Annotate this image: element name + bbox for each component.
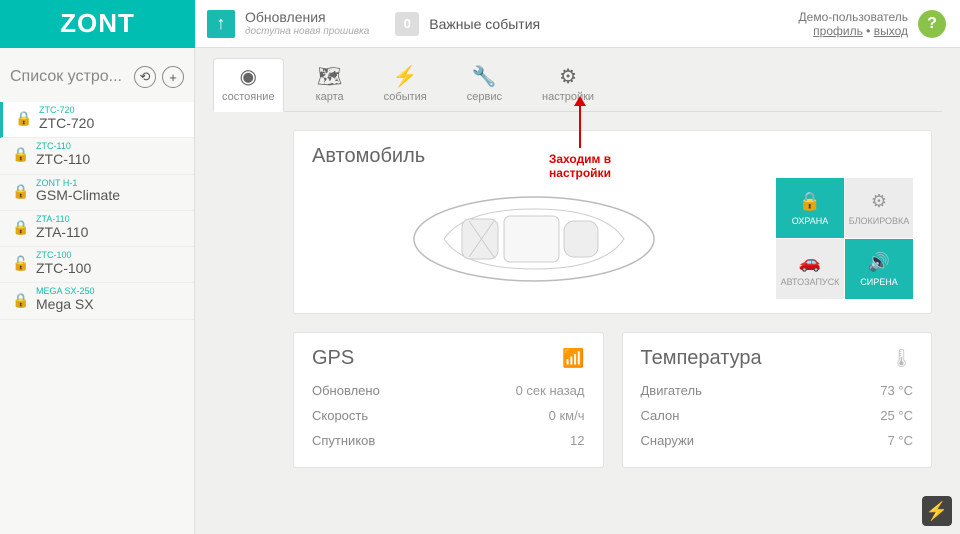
updates-box[interactable]: ↑ Обновления доступна новая прошивка (195, 10, 381, 38)
annotation-text: Заходим в настройки (520, 152, 640, 180)
updates-subtitle: доступна новая прошивка (245, 26, 369, 37)
lock-closed-icon: 🔒 (12, 183, 26, 200)
kv-value: 7 °C (888, 433, 913, 448)
events-icon: ⚡ (392, 63, 418, 89)
lightning-button[interactable]: ⚡ (922, 496, 952, 526)
lock-closed-icon: 🔒 (12, 146, 26, 163)
kv-row: Двигатель 73 °C (641, 378, 914, 403)
device-item[interactable]: 🔒ZONT H-1GSM-Climate (0, 175, 194, 211)
lock-closed-icon: 🔒 (12, 292, 26, 309)
kv-key: Двигатель (641, 383, 702, 398)
sidebar-title: Список устро... (10, 68, 128, 86)
thermometer-icon: 🌡 (890, 348, 913, 369)
tab-service-label: сервис (467, 91, 502, 103)
wifi-icon: 📶 (562, 348, 584, 369)
user-box: Демо-пользователь профиль • выход (789, 10, 918, 38)
device-name: Mega SX (36, 297, 95, 312)
temp-panel: Температура 🌡 Двигатель 73 °C Салон 25 °C Сн… (622, 332, 933, 468)
control-guard[interactable]: 🔒 ОХРАНА (776, 178, 844, 238)
control-siren[interactable]: 🔊 СИРЕНА (845, 239, 913, 299)
device-name: ZTC-100 (36, 261, 91, 276)
map-icon: 🗺 (317, 63, 343, 89)
kv-key: Салон (641, 408, 680, 423)
device-name: GSM-Climate (36, 188, 120, 203)
profile-link[interactable]: профиль (813, 24, 863, 38)
add-device-button[interactable]: + (162, 66, 184, 88)
temp-title: Температура (641, 347, 762, 370)
kv-value: 73 °C (880, 383, 913, 398)
tab-map[interactable]: 🗺 карта (308, 59, 352, 111)
content-area: ◉ состояние 🗺 карта ⚡ события 🔧 сервис ⚙… (195, 48, 960, 534)
service-icon: 🔧 (471, 63, 497, 89)
control-label: СИРЕНА (860, 277, 897, 287)
device-name: ZTA-110 (36, 225, 88, 240)
update-up-icon: ↑ (207, 10, 235, 38)
lock-closed-icon: 🔒 (12, 219, 26, 236)
refresh-devices-button[interactable]: ⟲ (134, 66, 156, 88)
annotation: Заходим в настройки (520, 98, 640, 180)
kv-value: 0 сек назад (516, 383, 585, 398)
topbar: ZONT ↑ Обновления доступна новая прошивк… (0, 0, 960, 48)
lock-icon: 🔒 (799, 191, 821, 212)
user-name: Демо-пользователь (799, 10, 908, 24)
control-label: АВТОЗАПУСК (781, 277, 840, 287)
car-image (312, 179, 756, 299)
kv-key: Скорость (312, 408, 368, 423)
device-item[interactable]: 🔒ZTA-110ZTA-110 (0, 211, 194, 247)
events-label: Важные события (429, 16, 540, 32)
events-box[interactable]: 0 Важные события (381, 12, 554, 36)
sidebar: Список устро... ⟲ + 🔒ZTC-720ZTC-720🔒ZTC-… (0, 48, 195, 534)
kv-value: 12 (570, 433, 584, 448)
kv-value: 25 °C (880, 408, 913, 423)
help-button[interactable]: ? (918, 10, 946, 38)
tab-service[interactable]: 🔧 сервис (459, 59, 510, 111)
kv-row: Салон 25 °C (641, 403, 914, 428)
kv-row: Обновлено 0 сек назад (312, 378, 585, 403)
device-item[interactable]: 🔒MEGA SX-250Mega SX (0, 283, 194, 319)
kv-value: 0 км/ч (549, 408, 585, 423)
tab-state[interactable]: ◉ состояние (213, 58, 284, 112)
lock-closed-icon: 🔒 (15, 110, 29, 127)
tab-events-label: события (384, 91, 427, 103)
gps-panel: GPS 📶 Обновлено 0 сек назад Скорость 0 км/ч… (293, 332, 604, 468)
kv-key: Снаружи (641, 433, 695, 448)
kv-key: Спутников (312, 433, 375, 448)
updates-title: Обновления (245, 10, 369, 25)
tab-map-label: карта (316, 91, 344, 103)
lock-open-icon: 🔓 (12, 255, 26, 272)
kv-row: Снаружи 7 °C (641, 428, 914, 453)
kv-row: Скорость 0 км/ч (312, 403, 585, 428)
control-autostart[interactable]: 🚗 АВТОЗАПУСК (776, 239, 844, 299)
device-name: ZTC-720 (39, 116, 94, 131)
events-count: 0 (395, 12, 419, 36)
tab-state-label: состояние (222, 91, 275, 103)
device-item[interactable]: 🔒ZTC-720ZTC-720 (0, 102, 194, 138)
sound-icon: 🔊 (868, 252, 890, 273)
kv-row: Спутников 12 (312, 428, 585, 453)
kv-key: Обновлено (312, 383, 380, 398)
tab-events[interactable]: ⚡ события (376, 59, 435, 111)
device-name: ZTC-110 (36, 152, 90, 167)
control-label: БЛОКИРОВКА (849, 216, 910, 226)
gps-title: GPS (312, 347, 354, 370)
logout-link[interactable]: выход (874, 24, 908, 38)
logo: ZONT (0, 0, 195, 48)
state-icon: ◉ (235, 63, 261, 89)
gear-icon: ⚙ (555, 63, 581, 89)
engine-icon: ⚙ (871, 191, 887, 212)
car-icon: 🚗 (799, 252, 821, 273)
control-block[interactable]: ⚙ БЛОКИРОВКА (845, 178, 913, 238)
control-label: ОХРАНА (792, 216, 829, 226)
device-item[interactable]: 🔓ZTC-100ZTC-100 (0, 247, 194, 283)
device-item[interactable]: 🔒ZTC-110ZTC-110 (0, 138, 194, 174)
